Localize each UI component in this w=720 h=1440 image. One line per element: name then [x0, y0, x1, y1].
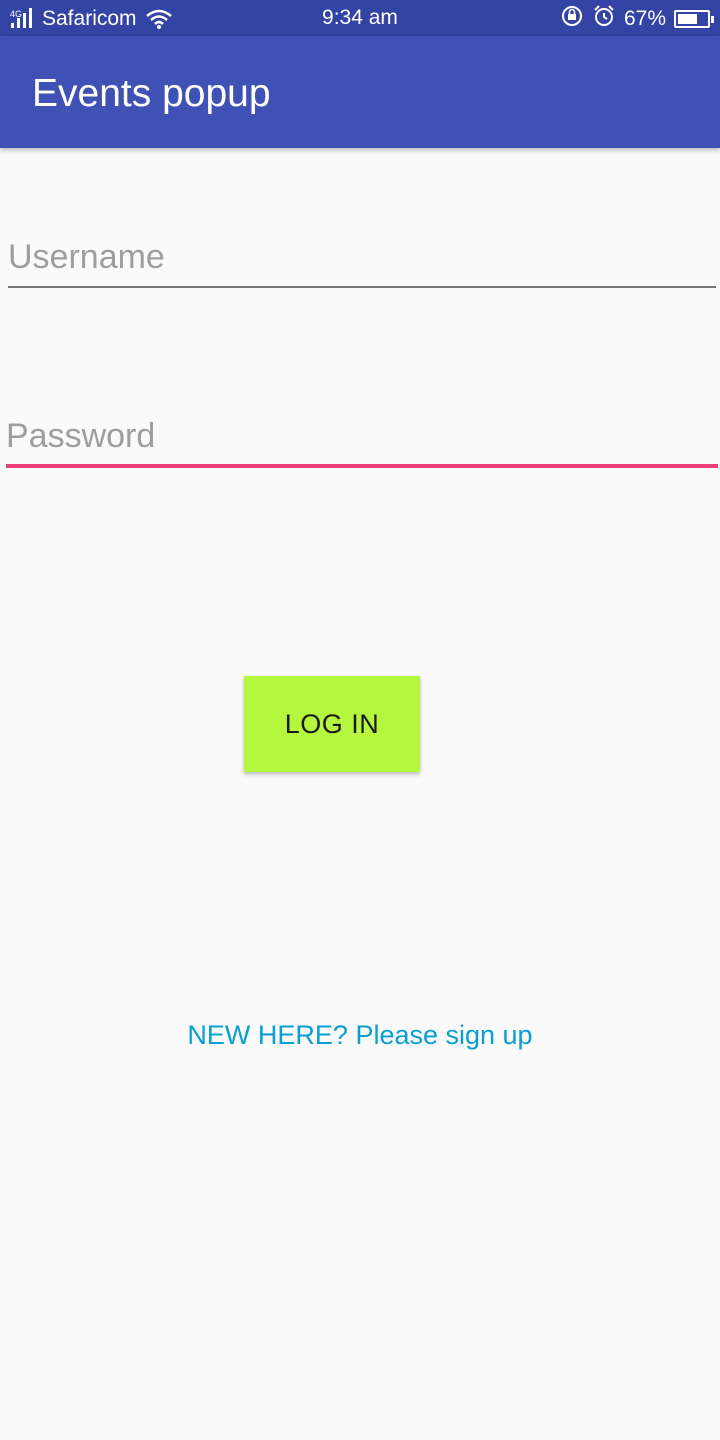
battery-icon [674, 10, 714, 28]
login-button[interactable]: LOG IN [244, 676, 420, 772]
alarm-icon [592, 4, 616, 34]
username-input[interactable] [8, 228, 716, 286]
app-bar: Events popup [0, 36, 720, 148]
page-title: Events popup [32, 72, 271, 115]
username-field[interactable] [8, 228, 716, 288]
battery-fill [678, 14, 697, 24]
status-bar: 4G Safaricom 9:34 am 67% [0, 0, 720, 36]
password-input[interactable] [6, 408, 718, 464]
rotation-lock-icon [560, 4, 584, 34]
battery-percent: 67% [623, 7, 666, 30]
status-right: 67% [560, 4, 714, 34]
signup-link[interactable]: NEW HERE? Please sign up [0, 1020, 720, 1051]
password-field[interactable] [6, 408, 718, 468]
